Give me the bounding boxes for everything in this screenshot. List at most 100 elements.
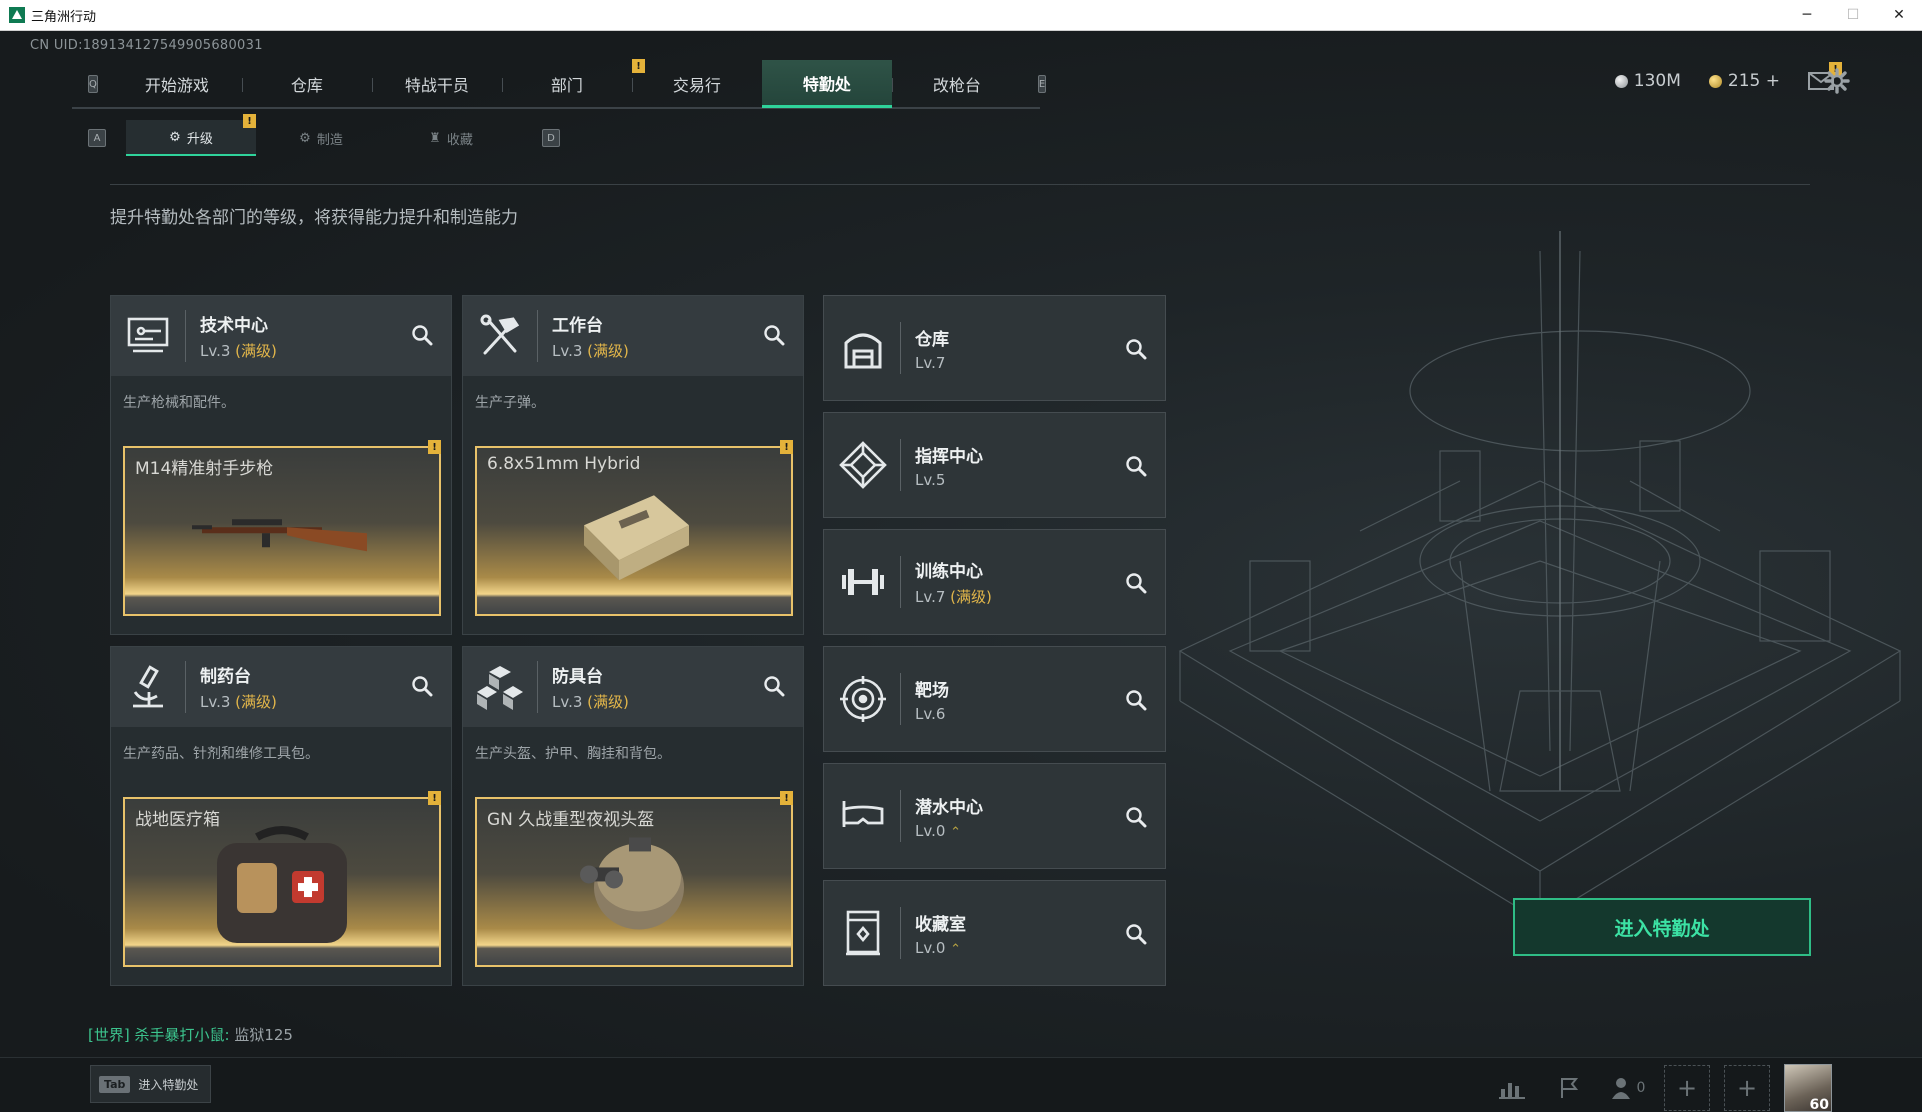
product-image — [569, 827, 699, 951]
friends-button[interactable]: 0 — [1606, 1066, 1650, 1110]
facility-card[interactable]: 防具台 Lv.3 (满级) 生产头盔、护甲、胸挂和背包。 GN 久战重型夜视头盔… — [462, 646, 804, 986]
card-level: Lv.3 (满级) — [552, 340, 629, 361]
tab-department[interactable]: 部门 — [501, 60, 632, 108]
stats-icon[interactable] — [1490, 1066, 1534, 1110]
product-notice-badge: ! — [780, 440, 793, 454]
facility-separator — [900, 907, 901, 959]
player-level: 60 — [1809, 1097, 1829, 1112]
tab-shortcut-label: 进入特勤处 — [138, 1077, 199, 1092]
max-level-tag: (满级) — [950, 588, 992, 606]
search-icon[interactable] — [1125, 338, 1147, 360]
goggles-icon — [838, 791, 888, 841]
facility-row[interactable]: 收藏室 Lv.0 ⌃ — [823, 880, 1166, 986]
minimize-button[interactable]: ─ — [1784, 0, 1830, 31]
search-icon[interactable] — [1125, 689, 1147, 711]
search-icon[interactable] — [1125, 923, 1147, 945]
subtab-craft[interactable]: ⚙ 制造 — [256, 120, 386, 156]
product-slot[interactable]: GN 久战重型夜视头盔 ! — [475, 791, 793, 967]
tab-special-ops[interactable]: 特勤处 — [761, 60, 892, 108]
target-icon — [838, 674, 888, 724]
facility-card[interactable]: 制药台 Lv.3 (满级) 生产药品、针剂和维修工具包。 战地医疗箱 ! — [110, 646, 452, 986]
search-icon[interactable] — [411, 675, 433, 697]
tab-shortcut-hint[interactable]: Tab 进入特勤处 — [90, 1065, 212, 1103]
product-name: 6.8x51mm Hybrid — [487, 454, 641, 474]
tab-gunsmith[interactable]: 改枪台 — [891, 60, 1022, 108]
facility-card[interactable]: 技术中心 Lv.3 (满级) 生产枪械和配件。 M14精准射手步枪 ! — [110, 295, 452, 635]
search-icon[interactable] — [411, 324, 433, 346]
search-icon[interactable] — [763, 675, 785, 697]
add-slot-button-1[interactable]: + — [1664, 1065, 1710, 1111]
search-icon[interactable] — [1125, 455, 1147, 477]
gear-icon[interactable] — [1824, 68, 1850, 94]
facility-name: 仓库 — [915, 329, 949, 350]
product-slot[interactable]: 6.8x51mm Hybrid ! — [475, 440, 793, 616]
world-chat[interactable]: [世界] 杀手暴打小鼠: 监狱125 — [88, 1024, 293, 1045]
next-tab-key-hint[interactable]: E — [1037, 75, 1047, 93]
product-slot[interactable]: 战地医疗箱 ! — [123, 791, 441, 967]
product-slot[interactable]: M14精准射手步枪 ! — [123, 440, 441, 616]
next-subtab-key-hint[interactable]: D — [542, 129, 560, 147]
facility-name: 靶场 — [915, 680, 949, 701]
flag-icon[interactable] — [1548, 1066, 1592, 1110]
facility-separator — [900, 556, 901, 608]
level-value: Lv.5 — [915, 470, 946, 489]
window-title: 三角洲行动 — [31, 9, 97, 25]
close-button[interactable]: ✕ — [1876, 0, 1922, 31]
silver-currency[interactable]: 130M — [1614, 71, 1681, 91]
facility-name: 收藏室 — [915, 914, 966, 935]
product-notice-badge: ! — [428, 791, 441, 805]
prev-tab-key-hint[interactable]: Q — [88, 75, 98, 93]
search-icon[interactable] — [1125, 572, 1147, 594]
microscope-icon — [123, 662, 173, 712]
level-value: Lv.0 — [915, 821, 946, 840]
level-value: Lv.3 — [552, 693, 583, 711]
friends-count: 0 — [1636, 1080, 1646, 1096]
tab-trading[interactable]: 交易行 — [631, 60, 762, 108]
facility-name: 指挥中心 — [915, 446, 983, 467]
facility-level: Lv.7 — [915, 354, 949, 372]
subtab-upgrade-label: 升级 — [186, 131, 213, 147]
product-name: GN 久战重型夜视头盔 — [487, 810, 655, 830]
facility-level: Lv.7 (满级) — [915, 586, 992, 607]
subtab-collection[interactable]: ♜ 收藏 — [386, 120, 516, 156]
subtab-upgrade[interactable]: ⚙ 升级 ! — [126, 114, 256, 156]
friends-icon — [1611, 1078, 1630, 1099]
add-slot-button-2[interactable]: + — [1724, 1065, 1770, 1111]
bottom-bar: Tab 进入特勤处 0 + + 60 — [0, 1057, 1922, 1112]
facility-row[interactable]: 仓库 Lv.7 — [823, 295, 1166, 401]
facility-row[interactable]: 训练中心 Lv.7 (满级) — [823, 529, 1166, 635]
avatar[interactable]: 60 — [1784, 1064, 1832, 1112]
search-icon[interactable] — [1125, 806, 1147, 828]
gold-amount: 215 + — [1727, 71, 1780, 91]
facility-row[interactable]: 靶场 Lv.6 — [823, 646, 1166, 752]
gold-coin-icon — [1708, 74, 1722, 88]
product-image — [574, 485, 694, 589]
card-header: 技术中心 Lv.3 (满级) — [111, 296, 451, 376]
card-header: 制药台 Lv.3 (满级) — [111, 647, 451, 727]
chat-channel: [世界] — [88, 1026, 130, 1044]
facility-card[interactable]: 工作台 Lv.3 (满级) 生产子弹。 6.8x51mm Hybrid ! — [462, 295, 804, 635]
silver-coin-icon — [1614, 74, 1628, 88]
level-value: Lv.0 — [915, 938, 946, 957]
product-name: M14精准射手步枪 — [135, 459, 274, 479]
subtab-collection-label: 收藏 — [446, 132, 473, 148]
prev-subtab-key-hint[interactable]: A — [88, 129, 106, 147]
card-name: 技术中心 — [200, 316, 268, 336]
card-separator — [537, 310, 538, 362]
card-separator — [537, 661, 538, 713]
tab-start-game[interactable]: 开始游戏 — [112, 60, 242, 108]
facility-row[interactable]: 潜水中心 Lv.0 ⌃ — [823, 763, 1166, 869]
max-level-tag: (满级) — [235, 693, 277, 711]
facility-level: Lv.0 ⌃ — [915, 939, 966, 957]
enter-special-ops-button[interactable]: 进入特勤处 — [1513, 898, 1811, 956]
upgrade-icon: ⚙ — [169, 129, 181, 145]
facility-separator — [900, 322, 901, 374]
silver-amount: 130M — [1633, 71, 1681, 91]
facility-row[interactable]: 指挥中心 Lv.5 — [823, 412, 1166, 518]
search-icon[interactable] — [763, 324, 785, 346]
gold-currency[interactable]: 215 + — [1708, 71, 1780, 91]
maximize-button[interactable]: ☐ — [1830, 0, 1876, 31]
tools-icon — [475, 311, 525, 361]
tab-operators[interactable]: 特战干员 — [371, 60, 502, 108]
tab-warehouse[interactable]: 仓库 — [241, 60, 372, 108]
